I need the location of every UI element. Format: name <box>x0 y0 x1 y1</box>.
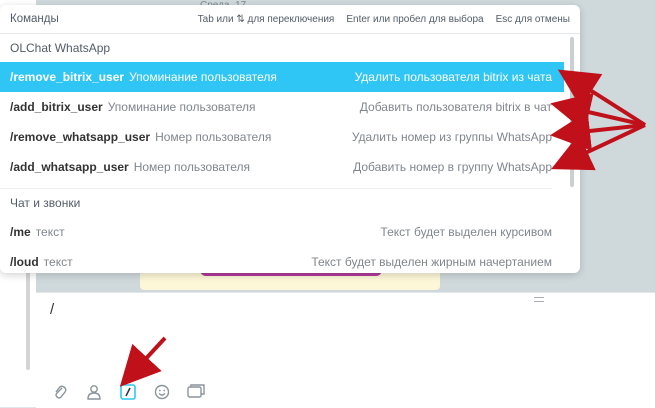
command-description: Удалить пользователя bitrix из чата <box>354 70 552 84</box>
command-row-loud[interactable]: /loud текст Текст будет выделен жирным н… <box>0 247 564 273</box>
command-params: текст <box>43 255 73 269</box>
command-params: Упоминание пользователя <box>129 70 277 84</box>
command-name: /loud <box>10 255 39 269</box>
command-description: Добавить пользователя bitrix в чат <box>359 100 552 114</box>
command-name: /add_whatsapp_user <box>10 160 129 174</box>
command-name: /remove_whatsapp_user <box>10 130 151 144</box>
popup-header: Команды Tab или ⇅ для переключения Enter… <box>0 5 580 34</box>
command-name: /remove_bitrix_user <box>10 70 125 84</box>
hint-cancel: Esc для отмены <box>495 13 570 25</box>
command-description: Добавить номер в группу WhatsApp <box>353 160 552 174</box>
commands-popup: Команды Tab или ⇅ для переключения Enter… <box>0 5 580 273</box>
command-row-add-whatsapp-user[interactable]: /add_whatsapp_user Номер пользователя До… <box>0 152 564 182</box>
command-row-me[interactable]: /me текст Текст будет выделен курсивом <box>0 217 564 247</box>
command-row-remove-whatsapp-user[interactable]: /remove_whatsapp_user Номер пользователя… <box>0 122 564 152</box>
hint-navigate: Tab или ⇅ для переключения <box>197 13 335 25</box>
command-description: Текст будет выделен курсивом <box>380 225 552 239</box>
popup-scrollbar[interactable] <box>570 37 574 187</box>
resize-handle[interactable] <box>534 297 544 302</box>
hint-select: Enter или пробел для выбора <box>346 13 484 25</box>
command-row-remove-bitrix-user[interactable]: /remove_bitrix_user Упоминание пользоват… <box>0 62 564 92</box>
command-params: Упоминание пользователя <box>107 100 256 114</box>
slash-command-icon[interactable] <box>118 383 138 401</box>
command-name: /add_bitrix_user <box>10 100 103 114</box>
paperclip-icon[interactable] <box>50 383 70 401</box>
user-icon[interactable] <box>84 383 104 401</box>
input-toolbar <box>50 383 206 401</box>
message-input-area[interactable]: / <box>36 292 655 408</box>
command-params: Номер пользователя <box>133 160 250 174</box>
command-params: Номер пользователя <box>155 130 272 144</box>
message-input[interactable]: / <box>50 301 54 318</box>
command-row-add-bitrix-user[interactable]: /add_bitrix_user Упоминание пользователя… <box>0 92 564 122</box>
popup-title: Команды <box>10 13 59 25</box>
section-chat-calls: Чат и звонки <box>10 196 81 210</box>
command-description: Текст будет выделен жирным начертанием <box>311 255 552 269</box>
command-name: /me <box>10 225 31 239</box>
screen-icon[interactable] <box>186 383 206 401</box>
smile-icon[interactable] <box>152 383 172 401</box>
command-params: текст <box>35 225 65 239</box>
command-description: Удалить номер из группы WhatsApp <box>351 130 552 144</box>
section-olchat: OLChat WhatsApp <box>10 41 111 55</box>
